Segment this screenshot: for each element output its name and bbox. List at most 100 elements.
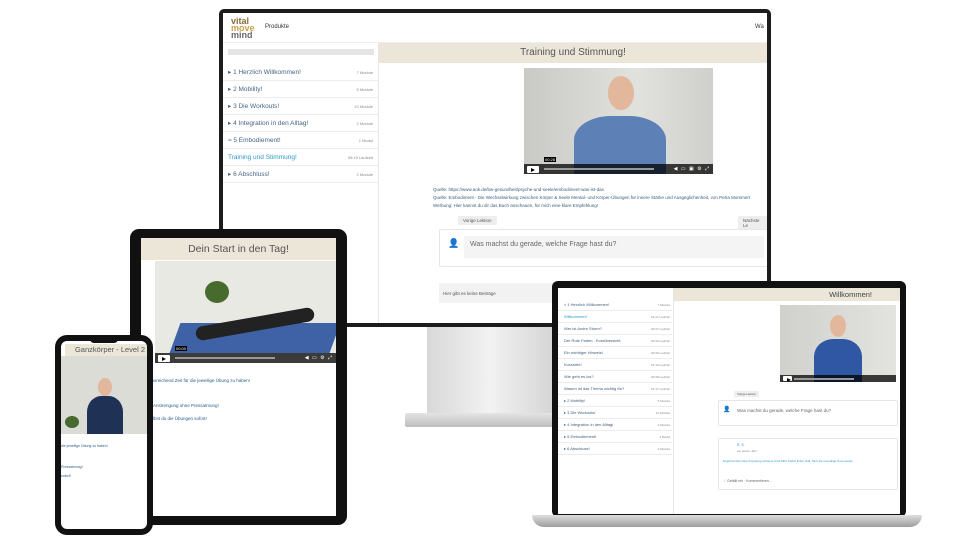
laptop-video-player[interactable]	[780, 305, 896, 382]
tablet-text-line-1: ausreichend Zeit für die jeweilige Übung…	[149, 378, 251, 383]
laptop-sidebar-item-label: ▸ 2 Mobility!	[564, 398, 586, 403]
monitor-stand-neck	[427, 327, 567, 415]
tablet-video-track[interactable]	[175, 357, 275, 359]
advertising-line[interactable]: Werbung: Hier kannst du dir das Buch ans…	[433, 203, 598, 208]
phone-notch	[90, 338, 118, 343]
tablet-lesson-title: Dein Start in den Tag!	[141, 238, 336, 260]
sidebar-item-label: ▸ 3 Die Workouts!	[228, 103, 280, 110]
sidebar-item[interactable]: ▸ 3 Die Workouts! 10 Module	[223, 98, 379, 115]
laptop-sidebar-item-label: Warum ist das Thema wichtig für?	[564, 386, 625, 391]
logo-line-3: mind	[231, 30, 253, 40]
laptop-sidebar-item-count: 10 Module	[655, 410, 670, 415]
video-progress-track[interactable]	[544, 168, 654, 170]
tablet-text-line-3: lbst du die Übungen sofort!	[153, 416, 207, 421]
sidebar-item-label: ▸ 1 Herzlich Willkommen!	[228, 69, 301, 76]
sidebar-item[interactable]: ▸ 6 Abschluss! 2 Module	[223, 166, 379, 183]
next-lesson-button[interactable]: Nächste Le	[738, 216, 767, 230]
video-timestamp: 00:28	[544, 157, 557, 162]
nav-products-link[interactable]: Produkte	[265, 24, 289, 30]
nav-right-link[interactable]: Wa	[755, 24, 764, 30]
laptop-sidebar-item[interactable]: ▸ 6 Abschluss! 2 Module	[558, 443, 674, 455]
laptop-sidebar-item[interactable]: Wie geht es los? 00:38 Laufzeit	[558, 371, 674, 383]
tablet-video-player[interactable]: 00:00 ◀ ▭ ⚙ ⤢	[155, 261, 336, 363]
video-controls: 00:28 ◀ ▭ ▣ ⚙ ⤢	[524, 157, 713, 174]
post-actions[interactable]: ♡ Gefällt mir · Kommentieren...	[723, 479, 772, 483]
laptop-video-track[interactable]	[794, 378, 854, 380]
laptop-play-button[interactable]	[783, 376, 792, 382]
laptop-sidebar-item[interactable]: Ein wichtiger Hinweis! 00:35 Laufzeit	[558, 347, 674, 359]
phone-presenter-body	[87, 396, 123, 434]
sidebar-item-label: ≈ 5 Embodiement!	[228, 136, 281, 144]
post-meta: vor einem Jahr	[737, 449, 757, 453]
laptop-comment-box: 👤 Was machst du gerade, welche Frage has…	[718, 400, 898, 426]
laptop-sidebar-item-count: 1 Modul	[659, 434, 670, 439]
laptop-sidebar-item[interactable]: ▸ 2 Mobility! 5 Module	[558, 395, 674, 407]
tablet-screen: Dein Start in den Tag! 00:00 ◀ ▭ ⚙ ⤢ aus…	[141, 238, 336, 516]
sidebar-item-count: 05:19 Laufzeit	[347, 154, 373, 160]
laptop-sidebar-item[interactable]: Warum ist das Thema wichtig für? 01:47 La…	[558, 383, 674, 395]
sidebar-item-count: 5 Module	[356, 86, 373, 92]
laptop-sidebar-item[interactable]: ▸ 4 Integration in den Alltag! 2 Module	[558, 419, 674, 431]
sidebar-item-label: ▸ 6 Abschluss!	[228, 171, 270, 178]
sidebar-item[interactable]: ▸ 2 Mobility! 5 Module	[223, 81, 379, 98]
top-navigation-bar: vital move mind Produkte Wa	[223, 13, 767, 43]
tablet-text-line-2: Anstrengung ohne Pressatmung!	[153, 403, 219, 408]
laptop-sidebar-item-label: Willkommen!	[564, 314, 587, 319]
laptop-sidebar-item-label: ▸ 4 Integration in den Alltag!	[564, 422, 614, 427]
laptop-sidebar-item-count: 2 Module	[657, 446, 670, 451]
sidebar-item-count: 7 Module	[356, 69, 373, 75]
sidebar-item[interactable]: ≈ 5 Embodiement! 1 Modul	[223, 132, 379, 149]
laptop-sidebar-item[interactable]: Kurzziele! 01:42 Laufzeit	[558, 359, 674, 371]
comment-input[interactable]: Was machst du gerade, welche Frage hast …	[464, 236, 764, 258]
sidebar-item[interactable]: Training und Stimmung! 05:19 Laufzeit	[223, 149, 379, 166]
laptop-sidebar-item[interactable]: Willkommen! 01:21 Laufzeit	[558, 311, 674, 323]
user-avatar-icon: 👤	[448, 238, 460, 248]
video-player[interactable]: 00:28 ◀ ▭ ▣ ⚙ ⤢	[524, 68, 713, 174]
laptop-sidebar-item-label: Kurzziele!	[564, 362, 582, 367]
phone-video-player[interactable]	[61, 356, 147, 434]
play-button[interactable]	[527, 166, 539, 173]
sidebar-item-label: Training und Stimmung!	[228, 153, 297, 161]
laptop-avatar-icon: 👤	[723, 407, 731, 413]
laptop-sidebar-item[interactable]: Der Rote Faden - Kursübersicht 00:33 Lauf…	[558, 335, 674, 347]
laptop-sidebar-item-count: 01:47 Laufzeit	[651, 386, 670, 391]
source-line-2[interactable]: Quelle: Embodiment - Die Wechselwirkung …	[433, 195, 750, 200]
laptop-sidebar-item[interactable]: Wer ist Andre Sturm? 00:37 Laufzeit	[558, 323, 674, 335]
phone-screen: Ganzkörper - Level 2 die jeweilige Übung…	[61, 341, 147, 529]
phone-plant	[65, 416, 79, 428]
post-text: Ergebnis bist ohne Kopplung schwere Kind…	[723, 459, 854, 463]
laptop-lesson-title: Willkommen!	[674, 288, 900, 301]
laptop-comment-input[interactable]: Was machst du gerade, welche Frage hast …	[733, 405, 893, 419]
phone-presenter-head	[98, 378, 112, 396]
laptop-sidebar-item-count: 00:37 Laufzeit	[651, 326, 670, 331]
laptop-sidebar-item[interactable]: ▸ 3 Die Workouts! 10 Module	[558, 407, 674, 419]
brand-logo[interactable]: vital move mind	[231, 17, 255, 40]
sidebar-item-label: ▸ 2 Mobility!	[228, 86, 263, 93]
laptop-sidebar-item-count: 2 Module	[657, 422, 670, 427]
sidebar-item[interactable]: ▸ 1 Herzlich Willkommen! 7 Module	[223, 64, 379, 81]
laptop-sidebar-item-label: Der Rote Faden - Kursübersicht	[564, 338, 621, 343]
tablet-video-controls: 00:00 ◀ ▭ ⚙ ⤢	[155, 346, 336, 363]
laptop-sidebar: ≈ 1 Herzlich Willkommen! 7 Module Willkomm…	[558, 288, 674, 514]
laptop-sidebar-item-label: ▸ 6 Abschluss!	[564, 446, 590, 451]
laptop-sidebar-item-count: 5 Module	[657, 398, 670, 403]
video-plant	[205, 281, 229, 303]
laptop-sidebar-item[interactable]: ≈ 1 Herzlich Willkommen! 7 Module	[558, 299, 674, 311]
laptop-sidebar-item-count: 01:42 Laufzeit	[651, 362, 670, 367]
tablet-play-button[interactable]	[158, 355, 170, 362]
tablet-video-icons[interactable]: ◀ ▭ ⚙ ⤢	[305, 355, 333, 361]
source-line-1[interactable]: Quelle: https://www.aok.de/bw-gesundheit…	[433, 187, 604, 192]
lesson-title: Training und Stimmung!	[379, 43, 767, 63]
laptop-sidebar-item[interactable]: ▸ 5 Embodiement! 1 Modul	[558, 431, 674, 443]
sidebar-progress-bar	[228, 49, 374, 55]
laptop-sidebar-item-count: 00:38 Laufzeit	[651, 374, 670, 379]
laptop-presenter-head	[830, 315, 846, 337]
sidebar-item[interactable]: ▸ 4 Integration in den Alltag! 2 Module	[223, 115, 379, 132]
sidebar-item-label: ▸ 4 Integration in den Alltag!	[228, 120, 309, 127]
laptop-sidebar-item-count: 00:35 Laufzeit	[651, 350, 670, 355]
sidebar-item-count: 2 Module	[356, 171, 373, 177]
laptop-sidebar-item-label: ≈ 1 Herzlich Willkommen!	[564, 302, 610, 307]
previous-lesson-button[interactable]: Vorige Lektion	[458, 216, 497, 225]
video-control-icons[interactable]: ◀ ▭ ▣ ⚙ ⤢	[674, 166, 710, 172]
laptop-previous-lesson-button[interactable]: Vorige Lektion	[734, 391, 760, 397]
